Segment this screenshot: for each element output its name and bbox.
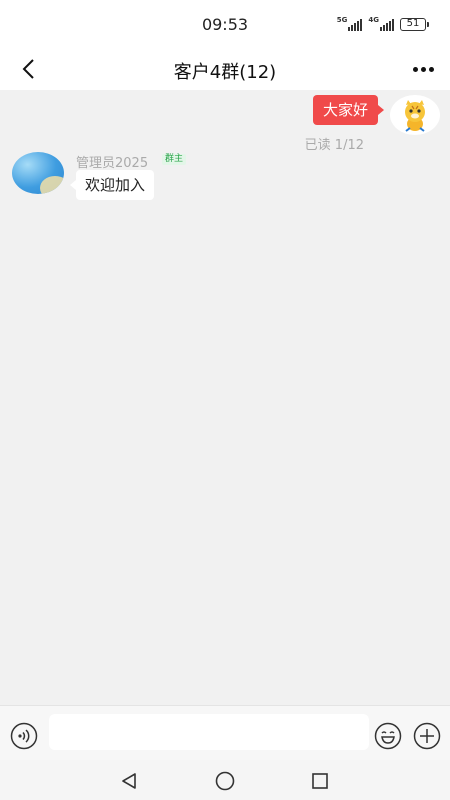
nav-home-button[interactable] <box>212 768 238 794</box>
more-dots-icon <box>412 66 418 72</box>
more-actions-button[interactable] <box>413 722 441 750</box>
message-input[interactable] <box>49 714 369 750</box>
nav-back-button[interactable] <box>116 768 142 794</box>
message-input-bar <box>0 705 450 760</box>
signal-4g-icon: 4G <box>368 17 394 31</box>
signal-5g-icon: 5G <box>337 17 363 31</box>
chat-area[interactable]: 大家好 已读 1/12 管理员2025 群主 欢迎加入 <box>0 90 450 705</box>
emoji-icon <box>374 722 402 750</box>
status-bar: 09:53 5G 4G 51 <box>0 0 450 50</box>
emoji-button[interactable] <box>374 722 402 750</box>
plus-icon <box>413 722 441 750</box>
outgoing-message-bubble[interactable]: 大家好 <box>312 95 385 125</box>
voice-button[interactable] <box>10 722 38 750</box>
triangle-back-icon <box>122 773 136 789</box>
battery-icon: 51 <box>400 17 429 31</box>
incoming-message-bubble[interactable]: 欢迎加入 <box>69 170 155 200</box>
chat-header: 客户4群(12) <box>0 50 450 90</box>
sender-avatar[interactable] <box>12 152 64 194</box>
read-status[interactable]: 已读 1/12 <box>305 134 364 153</box>
sender-name: 管理员2025 <box>76 156 149 171</box>
system-nav-bar <box>0 760 450 800</box>
square-recents-icon <box>312 773 328 789</box>
group-owner-badge: 群主 <box>162 154 187 165</box>
status-indicators: 5G 4G 51 <box>337 17 429 31</box>
more-options-button[interactable] <box>408 54 438 84</box>
cartoon-tiger-icon <box>405 100 425 132</box>
my-avatar[interactable] <box>390 95 440 135</box>
voice-icon <box>10 722 38 750</box>
nav-recents-button[interactable] <box>307 768 333 794</box>
chat-title: 客户4群(12) <box>173 62 277 83</box>
circle-home-icon <box>215 771 235 791</box>
